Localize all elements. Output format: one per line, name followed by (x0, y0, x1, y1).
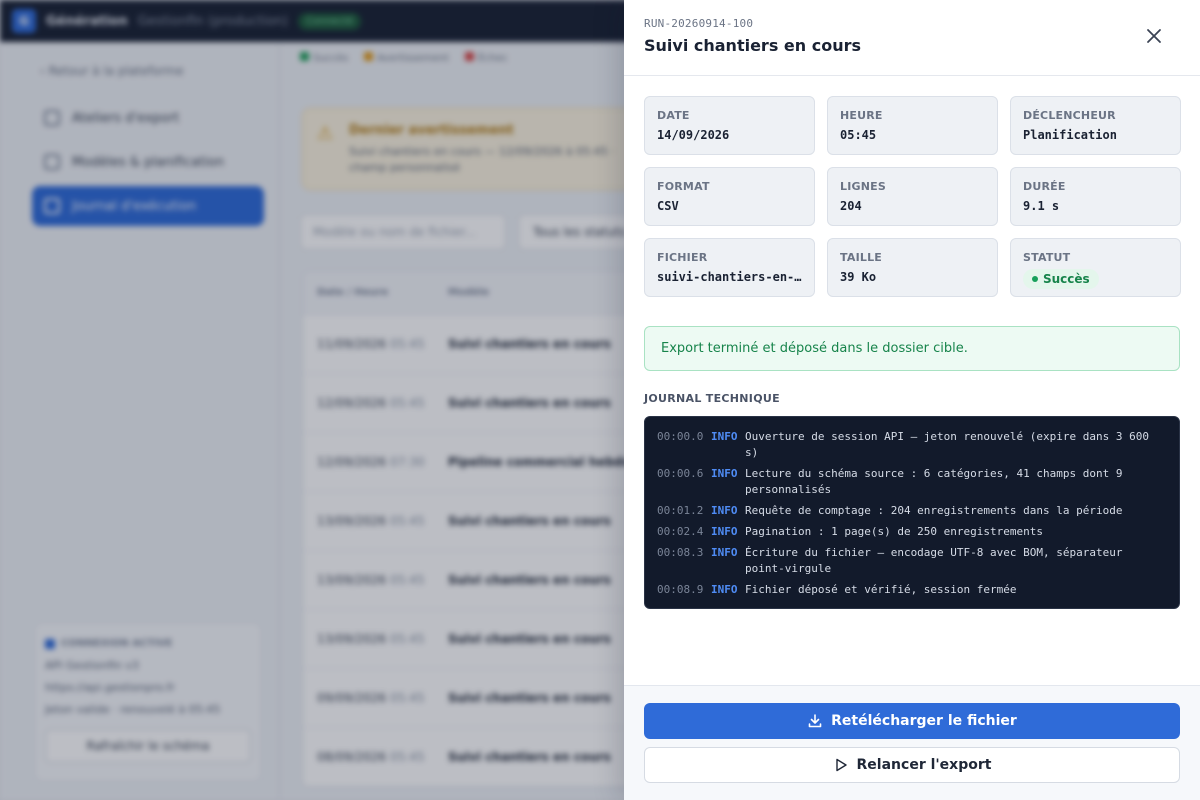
status-dot-icon (1032, 276, 1038, 282)
log-line: 00:08.3 INFO Écriture du fichier — encodag… (657, 545, 1167, 577)
detail-card-time: Heure 05:45 (827, 96, 998, 155)
log-level: INFO (711, 583, 738, 596)
log-message: Ouverture de session API — jeton renouve… (745, 430, 1149, 459)
log-timestamp: 00:01.2 (657, 504, 704, 517)
status-badge: Succès (1023, 269, 1099, 289)
log-timestamp: 00:00.6 (657, 467, 704, 480)
detail-card-format: Format CSV (644, 167, 815, 226)
log-timestamp: 00:00.0 (657, 430, 704, 443)
download-icon (808, 714, 822, 728)
run-detail-drawer: RUN-20260914-100 Suivi chantiers en cour… (624, 0, 1200, 800)
close-button[interactable] (1142, 24, 1166, 48)
log-timestamp: 00:08.9 (657, 583, 704, 596)
log-message: Pagination : 1 page(s) de 250 enregistre… (745, 525, 1044, 538)
drawer-title: Suivi chantiers en cours (644, 36, 862, 55)
technical-log: 00:00.0 INFO Ouverture de session API — je… (644, 416, 1180, 609)
log-level: INFO (711, 546, 738, 559)
redownload-button[interactable]: Retélécharger le fichier (644, 703, 1180, 739)
play-icon (835, 758, 847, 772)
log-timestamp: 00:08.3 (657, 546, 704, 559)
log-line: 00:08.9 INFO Fichier déposé et vérifié, se… (657, 582, 1167, 598)
drawer-header: RUN-20260914-100 Suivi chantiers en cour… (624, 0, 1200, 76)
log-line: 00:00.0 INFO Ouverture de session API — je… (657, 429, 1167, 461)
close-icon (1147, 29, 1161, 43)
log-line: 00:00.6 INFO Lecture du schéma source : 6 … (657, 466, 1167, 498)
log-message: Lecture du schéma source : 6 catégories,… (745, 467, 1123, 496)
log-message: Écriture du fichier — encodage UTF-8 ave… (745, 546, 1123, 575)
run-details-grid: Date 14/09/2026 Heure 05:45 Déclencheur … (644, 96, 1181, 297)
detail-card-file: Fichier suivi-chantiers-en-cours.csv (644, 238, 815, 297)
run-id: RUN-20260914-100 (644, 17, 754, 30)
log-line: 00:01.2 INFO Requête de comptage : 204 enr… (657, 503, 1167, 519)
detail-card-date: Date 14/09/2026 (644, 96, 815, 155)
log-message: Requête de comptage : 204 enregistrement… (745, 504, 1123, 517)
log-level: INFO (711, 430, 738, 443)
detail-card-trigger: Déclencheur Planification (1010, 96, 1181, 155)
drawer-footer: Retélécharger le fichier Relancer l'expo… (624, 685, 1200, 800)
log-level: INFO (711, 467, 738, 480)
technical-log-title: JOURNAL TECHNIQUE (644, 392, 780, 405)
rerun-export-button[interactable]: Relancer l'export (644, 747, 1180, 783)
log-timestamp: 00:02.4 (657, 525, 704, 538)
success-message: Export terminé et déposé dans le dossier… (644, 326, 1180, 371)
log-level: INFO (711, 525, 738, 538)
log-line: 00:02.4 INFO Pagination : 1 page(s) de 250… (657, 524, 1167, 540)
log-message: Fichier déposé et vérifié, session fermé… (745, 583, 1017, 596)
detail-card-status: Statut Succès (1010, 238, 1181, 297)
log-level: INFO (711, 504, 738, 517)
detail-card-size: Taille 39 Ko (827, 238, 998, 297)
detail-card-rows: Lignes 204 (827, 167, 998, 226)
detail-card-duration: Durée 9.1 s (1010, 167, 1181, 226)
